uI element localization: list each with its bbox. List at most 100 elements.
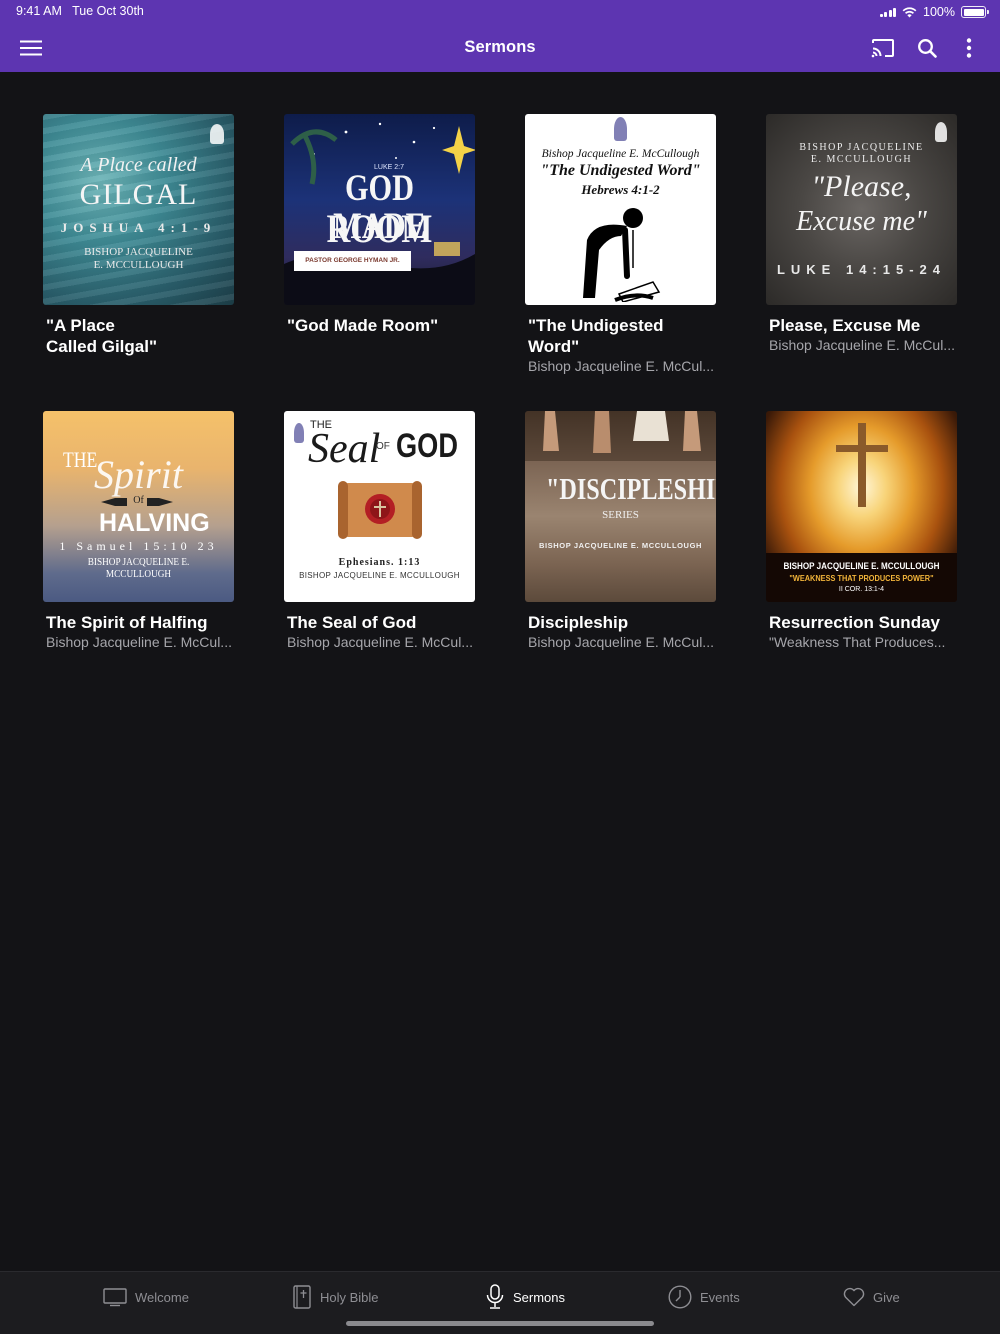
sermon-title[interactable]: "God Made Room" (284, 315, 475, 336)
church-logo-icon (935, 122, 947, 142)
sermon-title[interactable]: The Spirit of Halfing (43, 612, 234, 633)
sermon-card[interactable]: LUKE 2:7 GOD MADE ROOM PASTOR GEORGE HYM… (284, 114, 475, 411)
artwork-text: E. MCCULLOUGH (810, 154, 913, 165)
microphone-icon (486, 1284, 504, 1309)
artwork-text: Of (133, 495, 144, 506)
sermon-title[interactable]: Discipleship (525, 612, 716, 633)
artwork-text: Excuse me" (796, 206, 927, 237)
sermon-card[interactable]: Bishop Jacqueline E. McCullough "The Und… (525, 114, 716, 411)
sermon-card[interactable]: "DISCIPLESHIP" SERIES BISHOP JACQUELINE … (525, 411, 716, 708)
battery-icon (961, 6, 989, 18)
sermon-artwork-discipleship[interactable]: "DISCIPLESHIP" SERIES BISHOP JACQUELINE … (525, 411, 716, 602)
artwork-text: Bishop Jacqueline E. McCullough (541, 148, 700, 160)
sermon-subtitle: "Weakness That Produces... (769, 634, 946, 650)
artwork-text: Spirit (94, 452, 183, 497)
tab-give[interactable]: Give (843, 1284, 900, 1310)
artwork-text: ROOM (326, 206, 433, 251)
church-logo-icon (210, 124, 224, 144)
artwork-text: GOD (396, 427, 458, 465)
artwork-text: 1 Samuel 15:10 23 (59, 539, 218, 553)
cast-button[interactable] (868, 34, 898, 62)
church-logo-icon (614, 117, 627, 141)
tab-holy-bible[interactable]: Holy Bible (292, 1284, 379, 1310)
sermon-card[interactable]: THE Seal OF GOD Ephesians. 1:13 BISHOP J… (284, 411, 475, 708)
sermon-subtitle: Bishop Jacqueline E. McCul... (528, 358, 714, 374)
sermon-subtitle: Bishop Jacqueline E. McCul... (46, 634, 232, 650)
artwork-text: OF (376, 441, 390, 452)
clock-icon (668, 1285, 692, 1309)
artwork-text: PASTOR GEORGE HYMAN JR. (305, 257, 400, 264)
artwork-text: JOSHUA 4:1-9 (60, 220, 217, 235)
tab-welcome[interactable]: Welcome (103, 1284, 189, 1310)
artwork-text: BISHOP JACQUELINE (799, 142, 924, 153)
artwork-text: BISHOP JACQUELINE E. MCCULLOUGH (87, 556, 190, 580)
artwork-text: Hebrews 4:1-2 (581, 182, 660, 197)
sermons-grid: A Place called GILGAL JOSHUA 4:1-9 BISHO… (43, 114, 957, 708)
tab-label: Holy Bible (320, 1289, 379, 1305)
tv-icon (103, 1288, 127, 1307)
cellular-signal-icon (879, 7, 897, 17)
status-time-text: 9:41 AM (16, 4, 62, 18)
cast-icon (871, 39, 894, 58)
sermon-card[interactable]: BISHOP JACQUELINE E. MCCULLOUGH "Please,… (766, 114, 957, 411)
artwork-text: E. MCCULLOUGH (93, 259, 184, 271)
sermon-artwork-seal-of-god[interactable]: THE Seal OF GOD Ephesians. 1:13 BISHOP J… (284, 411, 475, 602)
artwork-text: II COR. 13:1-4 (838, 586, 885, 593)
person-reading-icon (583, 208, 661, 302)
sermon-subtitle: Bishop Jacqueline E. McCul... (287, 634, 473, 650)
artwork-text: "The Undigested Word" (540, 162, 701, 179)
battery-percent: 100% (923, 5, 955, 19)
tab-label: Sermons (513, 1289, 566, 1305)
artwork-text: HALVING (99, 509, 210, 537)
tab-label: Give (873, 1289, 900, 1305)
sermon-subtitle: Bishop Jacqueline E. McCul... (769, 337, 955, 353)
tab-events[interactable]: Events (668, 1284, 740, 1310)
artwork-text: BISHOP JACQUELINE (84, 246, 193, 258)
status-bar-time: 9:41 AM Tue Oct 30th (16, 4, 144, 18)
status-date-text: Tue Oct 30th (72, 4, 144, 18)
artwork-text: A Place called (80, 154, 197, 176)
sermon-artwork-undigested-word[interactable]: Bishop Jacqueline E. McCullough "The Und… (525, 114, 716, 305)
artwork-text: Seal (308, 426, 381, 472)
search-button[interactable] (912, 34, 942, 62)
sermon-title[interactable]: "The Undigested Word" (525, 315, 716, 357)
artwork-text: Ephesians. 1:13 (338, 557, 421, 568)
artwork-text: LUKE 14:15-24 (776, 262, 947, 277)
artwork-text: BISHOP JACQUELINE E. MCCULLOUGH (783, 561, 940, 571)
artwork-text: BISHOP JACQUELINE E. MCCULLOUGH (538, 541, 703, 550)
scroll-seal-icon (338, 481, 422, 539)
sermon-card[interactable]: BISHOP JACQUELINE E. MCCULLOUGH "WEAKNES… (766, 411, 957, 708)
sermon-card[interactable]: THE Spirit Of HALVING 1 Samuel 15:10 23 … (43, 411, 234, 708)
sermon-artwork-gilgal[interactable]: A Place called GILGAL JOSHUA 4:1-9 BISHO… (43, 114, 234, 305)
heart-icon (843, 1287, 865, 1307)
sermon-artwork-spirit-of-halving[interactable]: THE Spirit Of HALVING 1 Samuel 15:10 23 … (43, 411, 234, 602)
artwork-text: "Please, (811, 170, 912, 203)
sermon-title[interactable]: Resurrection Sunday (766, 612, 957, 633)
artwork-text: "DISCIPLESHIP" (546, 471, 716, 506)
home-indicator[interactable] (346, 1321, 654, 1326)
search-icon (918, 39, 937, 58)
bible-icon (293, 1285, 311, 1309)
artwork-text: BISHOP JACQUELINE E. MCCULLOUGH (299, 571, 460, 580)
sermon-title[interactable]: The Seal of God (284, 612, 475, 633)
sermon-card[interactable]: A Place called GILGAL JOSHUA 4:1-9 BISHO… (43, 114, 234, 411)
sermon-artwork-god-made-room[interactable]: LUKE 2:7 GOD MADE ROOM PASTOR GEORGE HYM… (284, 114, 475, 305)
tab-label: Welcome (135, 1289, 189, 1305)
tab-sermons[interactable]: Sermons (485, 1284, 565, 1310)
sermon-subtitle: Bishop Jacqueline E. McCul... (528, 634, 714, 650)
wifi-icon (902, 6, 917, 17)
tab-label: Events (700, 1289, 740, 1305)
more-vertical-icon (966, 38, 972, 58)
artwork-text: "WEAKNESS THAT PRODUCES POWER" (789, 574, 934, 583)
more-options-button[interactable] (956, 34, 982, 62)
sermon-title[interactable]: "A Place Called Gilgal" (43, 315, 234, 357)
sermon-title[interactable]: Please, Excuse Me (766, 315, 957, 336)
artwork-text: GILGAL (79, 178, 198, 211)
app-header: 9:41 AM Tue Oct 30th 100% Sermons (0, 0, 1000, 72)
page-title: Sermons (464, 38, 536, 56)
church-logo-icon (294, 423, 304, 443)
artwork-text: SERIES (602, 509, 639, 521)
feet-image (525, 411, 716, 461)
sermon-artwork-please-excuse-me[interactable]: BISHOP JACQUELINE E. MCCULLOUGH "Please,… (766, 114, 957, 305)
sermon-artwork-resurrection-sunday[interactable]: BISHOP JACQUELINE E. MCCULLOUGH "WEAKNES… (766, 411, 957, 602)
